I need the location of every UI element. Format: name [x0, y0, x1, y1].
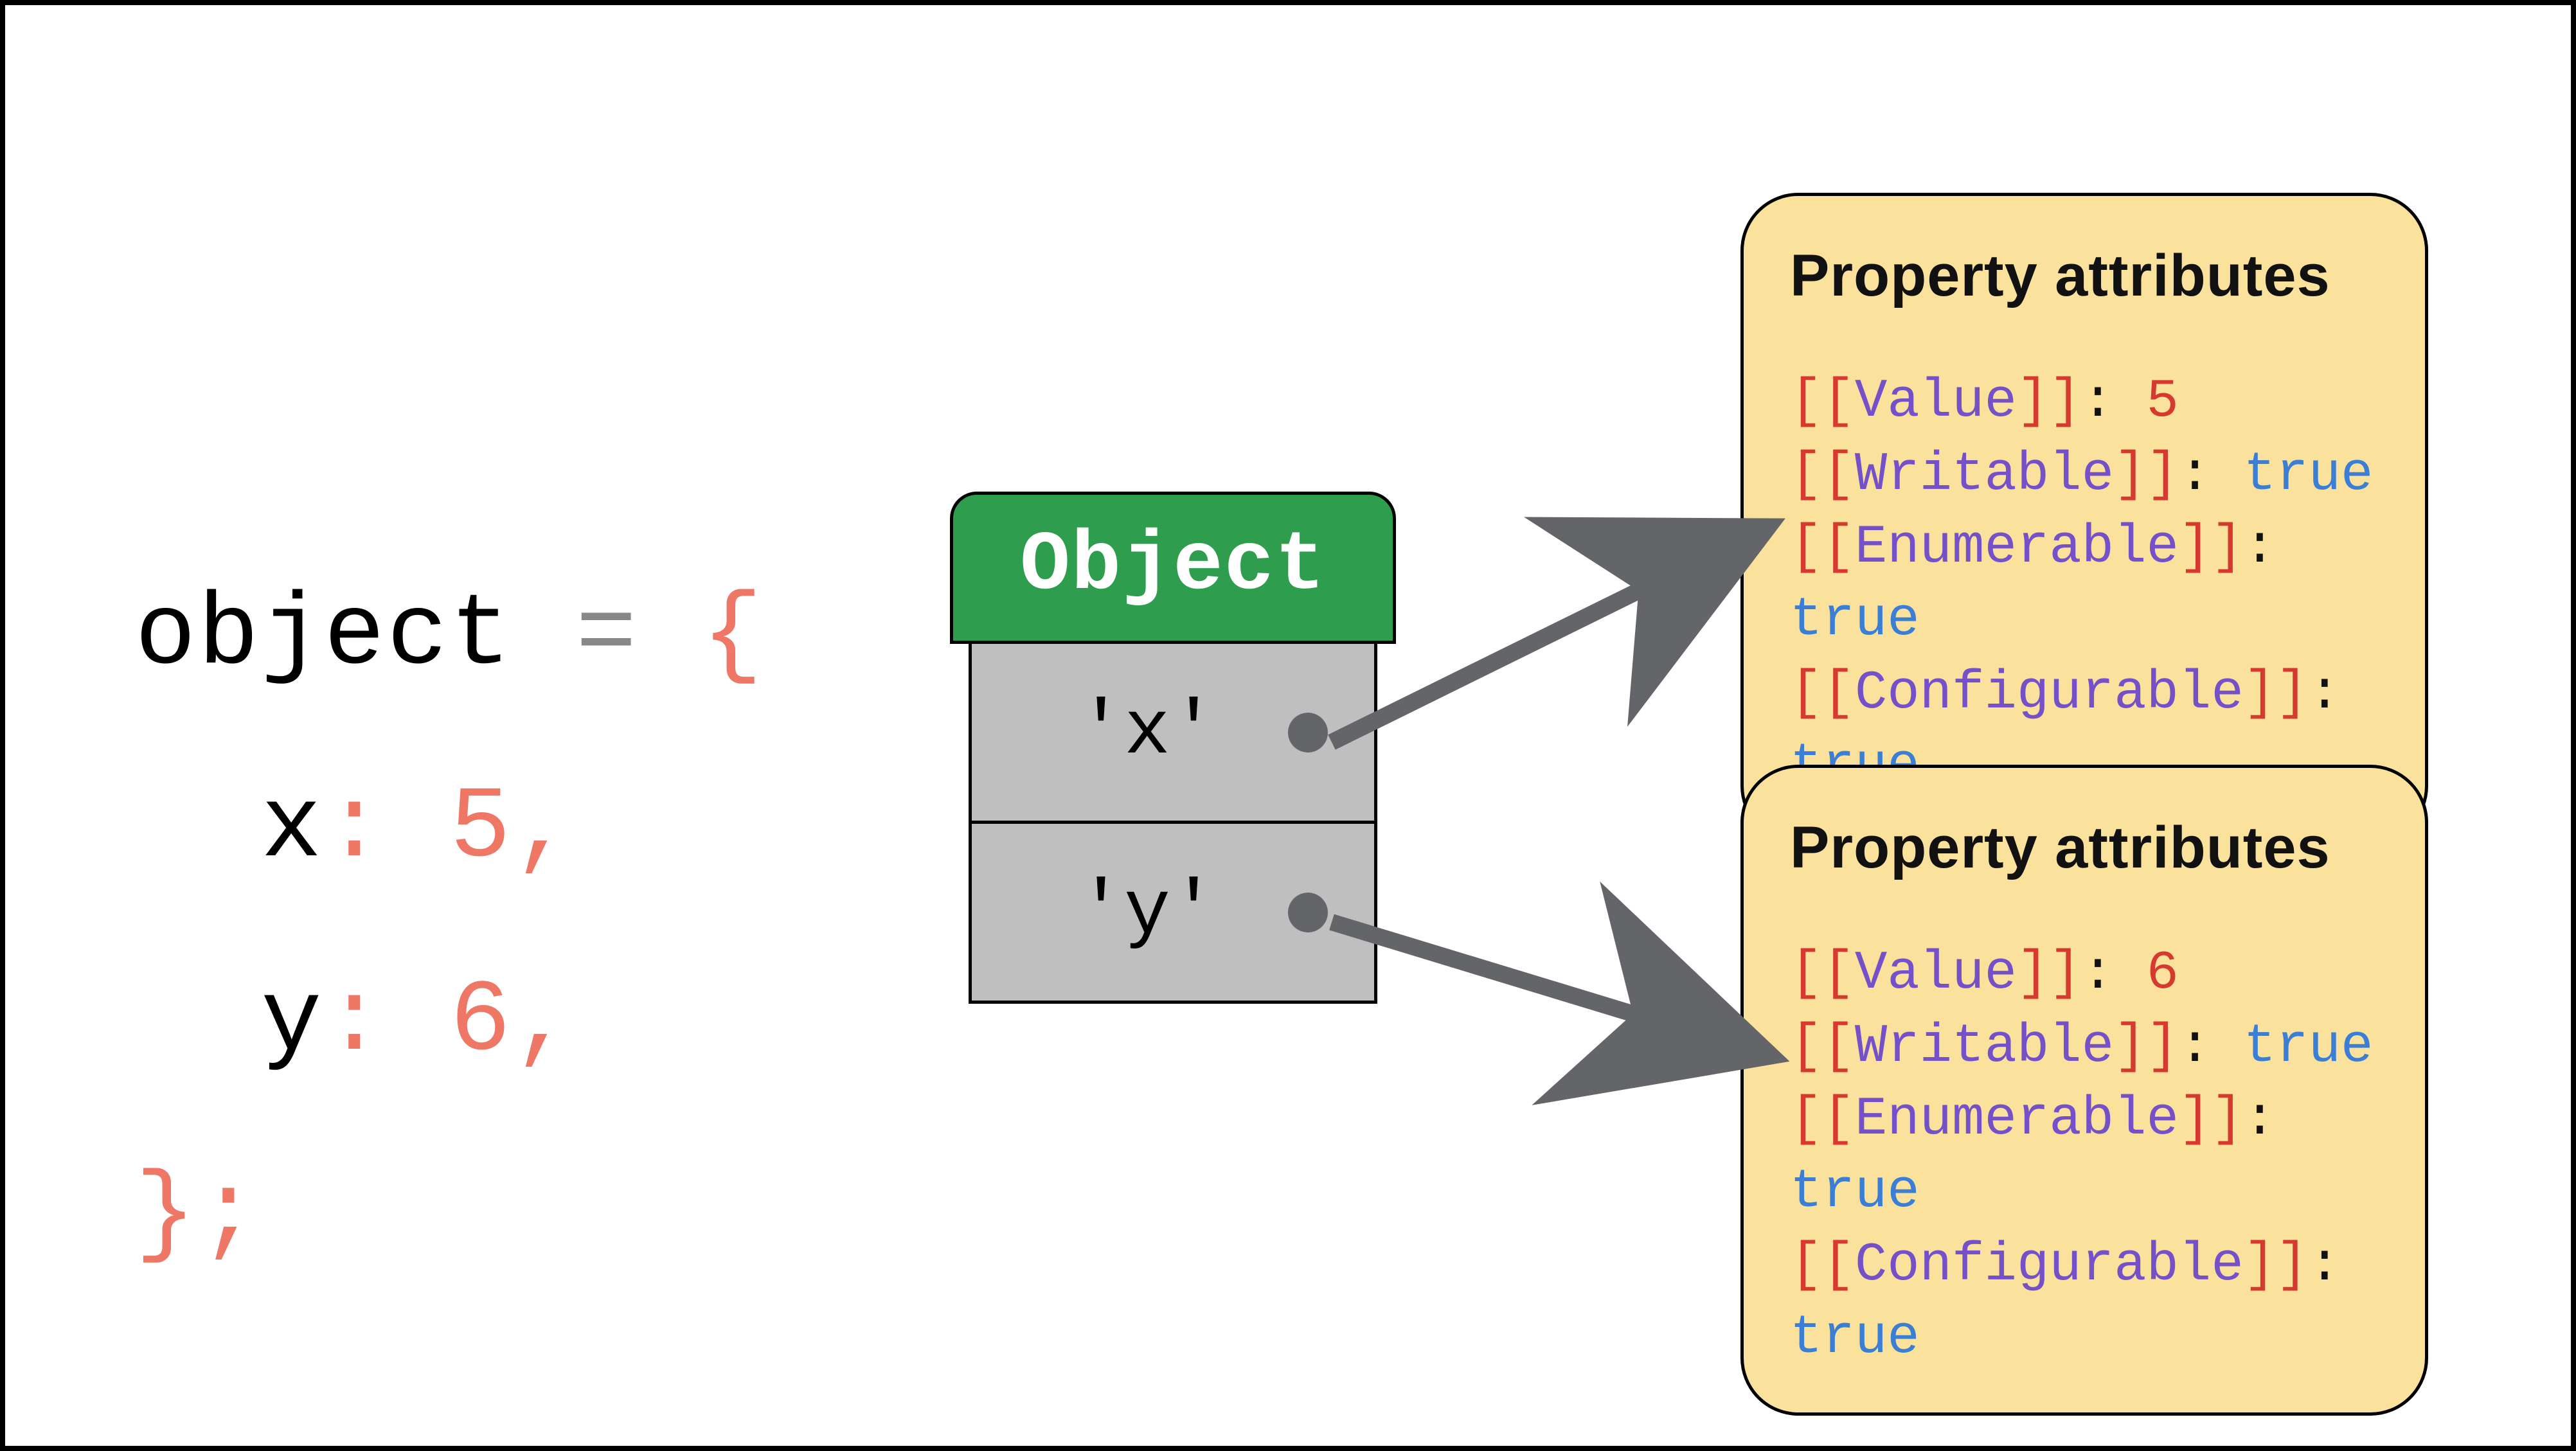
attr-rows-x: [[Value]]: 5[[Writable]]: true[[Enumerab… [1790, 366, 2380, 803]
attr-row: [[Value]]: 5 [1790, 366, 2380, 438]
attr-title-y: Property attributes [1790, 808, 2380, 887]
object-box: Object 'x' 'y' [950, 492, 1396, 1004]
pointer-dot-y [1288, 893, 1328, 932]
attr-row: [[Value]]: 6 [1790, 938, 2380, 1010]
object-row-y: 'y' [969, 824, 1377, 1004]
code-brace-close: }; [135, 1157, 261, 1272]
code-key-y: y [261, 965, 324, 1080]
attr-row: [[Enumerable]]: true [1790, 1083, 2380, 1229]
property-attributes-x: Property attributes [[Value]]: 5[[Writab… [1740, 193, 2428, 844]
attr-row: [[Enumerable]]: true [1790, 512, 2380, 657]
code-eq: = [513, 578, 702, 693]
attr-row: [[Writable]]: true [1790, 439, 2380, 512]
code-val-x: : 5, [324, 771, 576, 886]
object-row-x: 'x' [969, 644, 1377, 824]
object-header: Object [950, 492, 1396, 644]
attr-title-x: Property attributes [1790, 236, 2380, 316]
property-attributes-y: Property attributes [[Value]]: 6[[Writab… [1740, 765, 2428, 1416]
attr-row: [[Writable]]: true [1790, 1011, 2380, 1083]
code-val-y: : 6, [324, 965, 576, 1080]
code-var: object [135, 578, 513, 693]
attr-row: [[Configurable]]: true [1790, 1229, 2380, 1375]
pointer-dot-x [1288, 713, 1328, 752]
code-key-x: x [261, 771, 324, 886]
code-brace-open: { [702, 578, 765, 693]
code-block: object = { x: 5, y: 6, }; [135, 347, 765, 1312]
attr-rows-y: [[Value]]: 6[[Writable]]: true[[Enumerab… [1790, 938, 2380, 1375]
